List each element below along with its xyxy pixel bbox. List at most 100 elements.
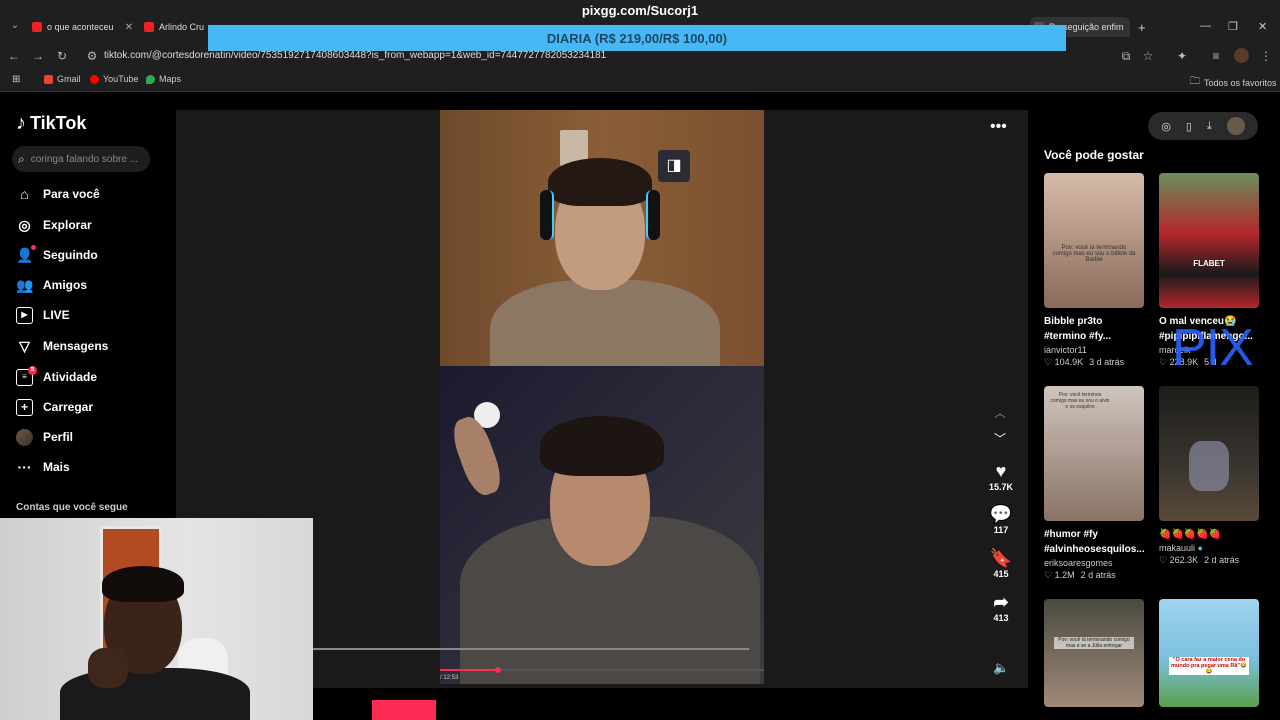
card-meta: ♡ 104.9K 3 d atrás	[1044, 357, 1144, 368]
download-icon[interactable]: ⤓	[1207, 120, 1212, 133]
youtube-icon	[90, 74, 99, 84]
heart-icon: ♡	[1159, 357, 1168, 367]
sidebar-item-para-voce[interactable]: ⌂ Para você	[16, 183, 100, 205]
avatar[interactable]	[1226, 117, 1245, 135]
share-button[interactable]: ➦ 413	[982, 591, 1020, 623]
bookmark-label: Gmail	[57, 74, 81, 84]
sidebar-item-label: LIVE	[43, 308, 70, 322]
home-icon: ⌂	[20, 185, 29, 202]
headphone-left	[540, 190, 554, 240]
tab-1[interactable]: o que aconteceu ✕	[32, 17, 132, 37]
all-favorites-folder[interactable]: 🗀 Todos os favoritos	[1190, 74, 1277, 91]
card-age: 3 d atrás	[1089, 357, 1125, 367]
video-more-options-icon[interactable]: •••	[990, 118, 1007, 136]
card-thumbnail: Pov: você tá terminando comigo mas e se …	[1044, 599, 1144, 707]
comment-count: 117	[993, 525, 1009, 535]
extensions-icon[interactable]: ✦	[1174, 48, 1190, 64]
restore-icon[interactable]: ❐	[1228, 20, 1238, 33]
sidebar-item-label: Atividade	[43, 370, 98, 384]
reload-icon[interactable]: ↻	[54, 48, 70, 64]
heart-icon: ♥	[995, 461, 1007, 481]
folder-icon: 🗀	[1190, 76, 1200, 87]
streamer-hand	[88, 648, 128, 688]
sidebar-item-atividade[interactable]: ≡ 8 Atividade	[16, 365, 98, 388]
media-controls-icon[interactable]: ≡	[1208, 48, 1224, 64]
compass-icon[interactable]: ◎	[1161, 120, 1171, 133]
all-favorites-label: Todos os favoritos	[1204, 77, 1277, 88]
more-icon: ···	[17, 458, 32, 475]
recommendation-card[interactable]: 🍓🍓🍓🍓🍓 makauuli ● ♡ 262.3K 2 d atrás	[1159, 386, 1259, 566]
previous-video-icon[interactable]: ︿	[994, 404, 1006, 421]
install-app-icon[interactable]: ⧉	[1118, 48, 1134, 64]
minimize-icon[interactable]: —	[1200, 20, 1211, 32]
card-author-name: makauuli	[1159, 543, 1196, 553]
device-icon[interactable]: ▯	[1186, 120, 1192, 133]
browser-menu-icon[interactable]: ⋮	[1258, 48, 1274, 64]
sidebar-item-seguindo[interactable]: 👤 Seguindo	[16, 244, 98, 266]
tab-label: Arlindo Cruz -	[159, 22, 204, 32]
friends-icon: 👥	[16, 276, 34, 293]
volume-icon[interactable]: 🔈	[993, 660, 1009, 676]
comment-button[interactable]: 💬 117	[982, 503, 1020, 535]
card-title: Bibble pr3to #termino #fy...	[1044, 316, 1112, 342]
search-icon: ⌕	[18, 151, 25, 166]
like-button[interactable]: ♥ 15.7K	[982, 460, 1020, 492]
bookmark-label: YouTube	[103, 74, 139, 84]
tab-2[interactable]: Arlindo Cruz -	[144, 17, 204, 37]
card-thumbnail: FLABET	[1159, 173, 1259, 308]
recommendation-card[interactable]: Pov: você tá terminando comigo mas e se …	[1044, 599, 1144, 707]
pix-watermark: PIX	[1172, 319, 1254, 377]
card-title: 🍓🍓🍓🍓🍓	[1159, 529, 1222, 540]
bookmark-maps[interactable]: Maps	[146, 74, 181, 84]
tab-search-chevron-icon[interactable]: ⌄	[8, 20, 22, 34]
card-thumbnail	[1159, 386, 1259, 521]
tiktok-logo[interactable]: ♪ TikTok	[16, 112, 86, 135]
close-window-icon[interactable]: ✕	[1258, 20, 1267, 33]
avatar	[16, 428, 33, 446]
like-count: 15.7K	[988, 482, 1014, 492]
forward-icon[interactable]: →	[30, 48, 46, 64]
sidebar-item-label: Mensagens	[43, 339, 109, 353]
url-field[interactable]: tiktok.com/@cortesdorenatin/video/753519…	[104, 50, 606, 61]
sidebar-item-carregar[interactable]: + Carregar	[16, 396, 93, 418]
sidebar-item-mensagens[interactable]: ▽ Mensagens	[16, 335, 108, 357]
streamer-hair	[102, 566, 184, 602]
sidebar-item-perfil[interactable]: Perfil	[16, 426, 73, 448]
save-button[interactable]: 🔖 415	[982, 547, 1020, 579]
recommendation-card[interactable]: Pov: você terminou comigo mas eu sou o a…	[1044, 386, 1145, 581]
apps-grid-icon[interactable]: ⊞	[12, 74, 20, 85]
stream-overlay-title: pixgg.com/Sucorj1	[581, 3, 699, 18]
video-frame-bottom	[440, 366, 764, 684]
sidebar-item-mais[interactable]: ··· Mais	[16, 456, 70, 478]
bookmark-gmail[interactable]: Gmail	[44, 74, 81, 84]
back-icon[interactable]: ←	[6, 48, 22, 64]
sidebar-item-live[interactable]: ▶ LIVE	[16, 304, 70, 326]
profile-avatar[interactable]	[1234, 48, 1249, 63]
recommendation-card[interactable]: Pov: você tá terminando comigo mas eu so…	[1044, 173, 1144, 368]
activity-badge: 8	[28, 365, 37, 375]
thumbnail-caption: Pov: você terminou comigo mas eu sou o a…	[1050, 392, 1110, 410]
share-count: 413	[993, 613, 1009, 623]
activity-icon: ≡ 8	[16, 365, 37, 386]
site-info-icon[interactable]: ⚙	[84, 48, 100, 64]
bookmark-star-icon[interactable]: ☆	[1140, 48, 1156, 64]
sidebar-item-label: Para você	[43, 187, 100, 201]
heart-icon: ♡	[1044, 570, 1053, 580]
save-count: 415	[993, 569, 1009, 579]
sidebar-item-explorar[interactable]: ◎ Explorar	[16, 214, 91, 236]
bookmarks-bar	[0, 68, 1280, 92]
bookmark-label: Maps	[159, 74, 182, 84]
card-age: 2 d atrás	[1204, 555, 1240, 565]
card-likes: 104.9K	[1054, 357, 1084, 367]
sidebar-item-amigos[interactable]: 👥 Amigos	[16, 274, 87, 296]
card-author: eriksoaresgomes	[1044, 558, 1113, 568]
close-tab-icon[interactable]: ✕	[125, 22, 132, 33]
bookmark-youtube[interactable]: YouTube	[90, 74, 138, 84]
search-input[interactable]: ⌕ coringa falando sobre ...	[12, 146, 150, 172]
twitch-logo-icon: ◨	[658, 150, 690, 182]
sidebar-item-label: Mais	[43, 460, 70, 474]
next-video-icon[interactable]: ﹀	[994, 430, 1006, 447]
pink-action-button[interactable]	[372, 700, 436, 720]
new-tab-icon[interactable]: +	[1138, 20, 1146, 35]
recommendation-card[interactable]: "O cara faz a maior cena do mundo pra pe…	[1159, 599, 1259, 707]
